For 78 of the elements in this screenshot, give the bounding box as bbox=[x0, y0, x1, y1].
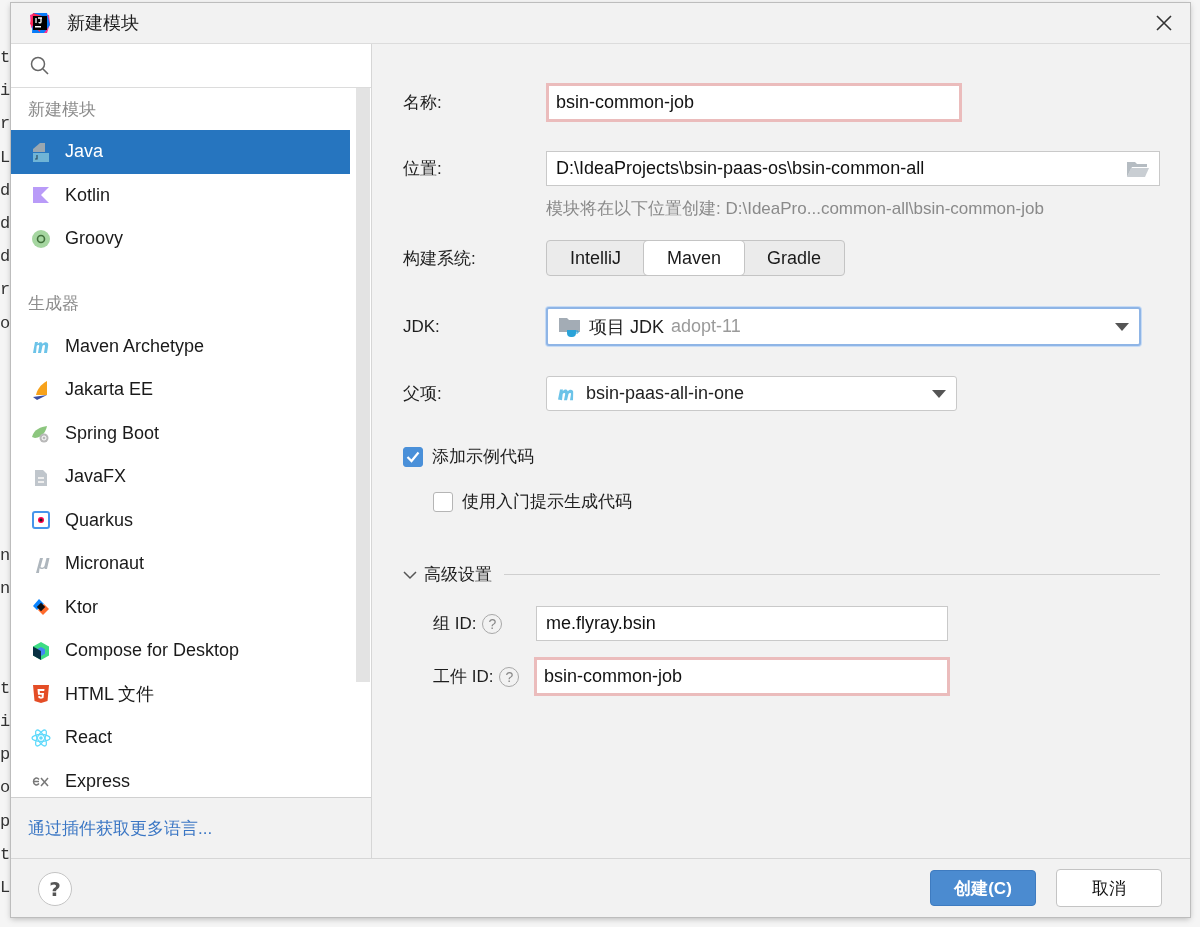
build-system-option[interactable]: IntelliJ bbox=[547, 241, 645, 275]
field-label: 名称: bbox=[403, 92, 443, 114]
checkbox-label: 使用入门提示生成代码 bbox=[462, 491, 632, 513]
diamond-icon bbox=[31, 597, 51, 618]
parent-dropdown[interactable]: bsin-paas-all-in-one bbox=[546, 376, 957, 411]
module-type-item[interactable]: Groovy bbox=[11, 217, 350, 261]
section-heading: 生成器 bbox=[27, 293, 80, 315]
code-text: d bbox=[0, 213, 11, 235]
location-field[interactable]: D:\IdeaProjects\bsin-paas-os\bsin-common-all bbox=[546, 151, 1160, 186]
field-label: JDK: bbox=[403, 316, 441, 337]
expand-toggle[interactable] bbox=[403, 569, 417, 580]
field-label: 位置: bbox=[403, 158, 443, 180]
code-text: i bbox=[0, 711, 11, 733]
hexagon-icon bbox=[31, 640, 51, 661]
cancel-button[interactable]: 取消 bbox=[1056, 869, 1162, 907]
name-field[interactable]: bsin-common-job bbox=[546, 83, 962, 122]
code-text: L bbox=[0, 877, 11, 899]
code-text: n bbox=[0, 545, 11, 567]
caret-icon bbox=[1115, 322, 1129, 331]
module-type-item[interactable]: Maven Archetype bbox=[11, 324, 350, 368]
module-type-item[interactable]: Express bbox=[11, 759, 350, 797]
code-text: i bbox=[0, 80, 11, 103]
app-logo-icon bbox=[29, 12, 51, 34]
code-text: t bbox=[0, 677, 11, 700]
caret-icon bbox=[932, 389, 946, 398]
code-text: o bbox=[0, 312, 11, 335]
jdk-dropdown[interactable]: 项目 JDK adopt-11 bbox=[546, 307, 1141, 346]
field-label: 父项: bbox=[403, 383, 443, 405]
module-type-item[interactable]: Compose for Desktop bbox=[11, 629, 350, 673]
module-type-item[interactable]: Kotlin bbox=[11, 173, 350, 217]
code-text: p bbox=[0, 810, 11, 833]
field-label: 构建系统: bbox=[403, 247, 477, 270]
file-icon bbox=[31, 141, 51, 162]
leaf-gear-icon bbox=[31, 423, 51, 444]
code-text: r bbox=[0, 279, 11, 302]
kotlin-icon bbox=[31, 185, 51, 206]
code-text: t bbox=[0, 843, 11, 866]
section-heading: 新建模块 bbox=[27, 98, 97, 121]
code-text: o bbox=[0, 777, 11, 800]
section-title: 高级设置 bbox=[424, 564, 492, 586]
checkbox-label: 添加示例代码 bbox=[432, 446, 534, 468]
code-text: L bbox=[0, 146, 11, 169]
module-type-item[interactable]: Ktor bbox=[11, 585, 350, 629]
search-icon bbox=[30, 55, 50, 76]
code-text: d bbox=[0, 246, 11, 269]
module-type-item[interactable]: Java bbox=[11, 130, 350, 174]
close-icon bbox=[1155, 14, 1173, 32]
scrollbar[interactable] bbox=[356, 88, 370, 682]
help-button[interactable]: ? bbox=[38, 872, 72, 906]
module-type-item[interactable]: HTML 文件 bbox=[11, 672, 350, 716]
location-hint: 模块将在以下位置创建: D:\IdeaPro...common-all\bsin-common-job bbox=[545, 199, 1045, 219]
html5-shield-icon bbox=[31, 684, 51, 705]
field-label: 工件 ID: bbox=[433, 666, 494, 688]
chevron-icon bbox=[403, 569, 417, 580]
folder-cup-icon bbox=[558, 315, 582, 338]
checkbox[interactable] bbox=[403, 446, 423, 467]
code-text: t bbox=[0, 47, 11, 69]
quarkus-icon bbox=[31, 510, 51, 531]
create-button[interactable]: 创建(C) bbox=[930, 870, 1036, 906]
build-system-option[interactable]: Maven bbox=[644, 241, 745, 275]
module-type-item[interactable]: Micronaut bbox=[11, 542, 350, 586]
checkbox[interactable] bbox=[433, 491, 453, 512]
close-button[interactable] bbox=[1155, 14, 1173, 32]
module-type-item[interactable]: Jakarta EE bbox=[11, 368, 350, 412]
window-title: 新建模块 bbox=[67, 12, 139, 35]
module-type-item[interactable]: Spring Boot bbox=[11, 411, 350, 455]
text-field[interactable]: bsin-common-job bbox=[534, 657, 950, 696]
atom-icon bbox=[31, 727, 51, 748]
code-text: n bbox=[0, 578, 11, 601]
module-type-item[interactable]: React bbox=[11, 716, 350, 760]
code-text: r bbox=[0, 113, 11, 136]
code-text: p bbox=[0, 744, 11, 767]
code-text: d bbox=[0, 179, 11, 202]
text-field[interactable]: me.flyray.bsin bbox=[536, 606, 948, 641]
build-system-option[interactable]: Gradle bbox=[744, 241, 845, 275]
module-type-item[interactable]: JavaFX bbox=[11, 455, 350, 499]
field-label: 组 ID: bbox=[433, 613, 477, 635]
module-type-item[interactable]: Quarkus bbox=[11, 498, 350, 542]
